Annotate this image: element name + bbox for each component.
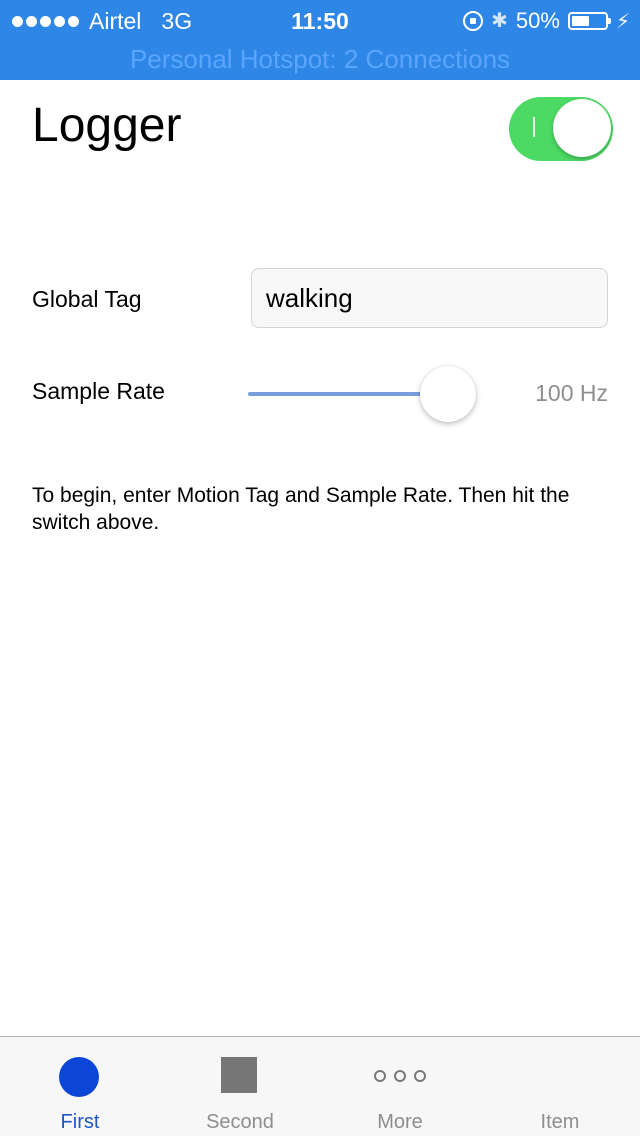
battery-fill: [571, 16, 590, 26]
battery-percent: 50%: [515, 8, 560, 33]
switch-knob: [553, 99, 611, 157]
status-right: ✱ 50% ⚡: [463, 6, 630, 36]
sample-rate-slider[interactable]: [246, 366, 482, 422]
slider-track-filled: [248, 392, 428, 396]
global-tag-label: Global Tag: [32, 286, 142, 312]
global-tag-input[interactable]: [251, 268, 608, 328]
more-dots-icon: [374, 1070, 426, 1082]
instructions-text: To begin, enter Motion Tag and Sample Ra…: [32, 484, 570, 534]
page-title: Logger: [32, 99, 182, 152]
tab-more[interactable]: More: [320, 1037, 480, 1136]
tab-first-label: First: [60, 1111, 100, 1133]
logging-switch[interactable]: [509, 97, 613, 161]
hotspot-banner[interactable]: Personal Hotspot: 2 Connections: [0, 42, 640, 76]
square-icon: [221, 1057, 257, 1093]
slider-thumb[interactable]: [420, 366, 476, 422]
battery-icon: [567, 12, 611, 30]
switch-on-mark-icon: [533, 117, 535, 137]
tab-more-label: More: [377, 1111, 423, 1133]
status-bar: Airtel 3G 11:50 ✱ 50% ⚡ Personal Hotspot…: [0, 0, 640, 80]
tab-second-label: Second: [206, 1111, 274, 1133]
rotation-lock-icon: [463, 11, 484, 31]
tab-bar: First Second More Item: [0, 1036, 640, 1136]
tab-item[interactable]: Item: [480, 1037, 640, 1136]
sample-rate-label: Sample Rate: [32, 378, 165, 404]
charging-bolt-icon: ⚡: [615, 10, 630, 33]
sample-rate-value: 100 Hz: [535, 380, 608, 406]
bluetooth-icon: ✱: [491, 10, 508, 32]
app-screen: Airtel 3G 11:50 ✱ 50% ⚡ Personal Hotspot…: [0, 0, 640, 1136]
tab-item-label: Item: [540, 1111, 580, 1133]
circle-icon: [59, 1057, 99, 1097]
